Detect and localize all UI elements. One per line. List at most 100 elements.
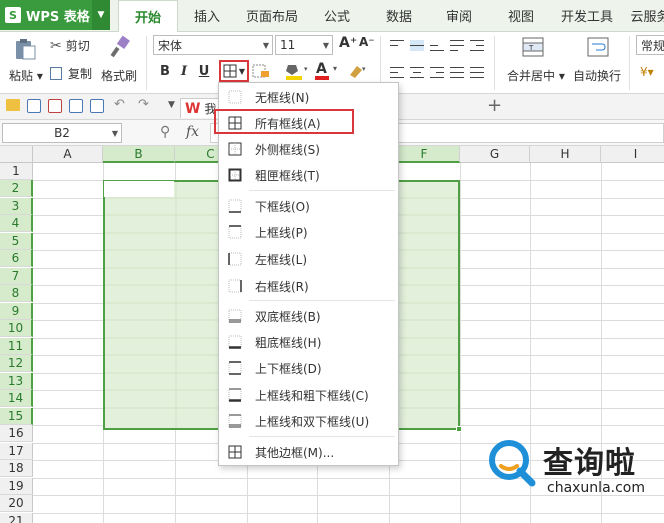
justify-icon[interactable] bbox=[450, 67, 464, 78]
column-header[interactable]: B bbox=[103, 146, 175, 163]
row-header[interactable]: 1 bbox=[0, 163, 33, 180]
paste-button[interactable]: 粘贴 ▾ bbox=[9, 67, 43, 84]
menu-item-bottom-border[interactable]: 下框线(O) bbox=[219, 193, 398, 219]
distributed-icon[interactable] bbox=[470, 67, 484, 78]
wps-app-menu-button[interactable]: S WPS 表格 ▼ bbox=[0, 0, 110, 30]
fill-color-icon[interactable]: ▾ bbox=[283, 61, 311, 81]
menu-item-top-thick-bottom-border[interactable]: 上框线和粗下框线(C) bbox=[219, 382, 398, 408]
row-header[interactable]: 3 bbox=[0, 198, 33, 215]
undo-icon[interactable]: ↶ bbox=[114, 97, 125, 112]
chevron-down-icon[interactable]: ▼ bbox=[92, 0, 110, 30]
increase-font-button[interactable]: A⁺ bbox=[339, 35, 357, 51]
column-header[interactable]: H bbox=[530, 146, 601, 163]
name-box[interactable]: B2 ▼ bbox=[2, 123, 122, 143]
format-painter-button[interactable]: 格式刷 bbox=[101, 67, 137, 84]
cut-button[interactable]: ✂ 剪切 bbox=[50, 37, 90, 54]
tab-view[interactable]: 视图 bbox=[496, 0, 546, 31]
align-center-icon[interactable] bbox=[410, 67, 424, 78]
row-header[interactable]: 7 bbox=[0, 268, 33, 285]
column-header[interactable]: A bbox=[33, 146, 103, 163]
row-header[interactable]: 5 bbox=[0, 233, 33, 250]
print-icon[interactable] bbox=[48, 99, 62, 113]
menu-item-double-bottom-border[interactable]: 双底框线(B) bbox=[219, 303, 398, 329]
select-all-corner[interactable] bbox=[0, 146, 33, 163]
menu-item-outside-borders[interactable]: 外侧框线(S) bbox=[219, 136, 398, 162]
font-size-select[interactable]: 11 ▼ bbox=[275, 35, 333, 55]
new-tab-icon[interactable]: + bbox=[487, 95, 502, 116]
align-left-icon[interactable] bbox=[390, 67, 404, 78]
font-name-select[interactable]: 宋体 ▼ bbox=[153, 35, 273, 55]
align-bottom-icon[interactable] bbox=[430, 40, 444, 51]
paste-icon[interactable] bbox=[12, 36, 38, 62]
tab-formulas[interactable]: 公式 bbox=[312, 0, 362, 31]
customize-toolbar-icon[interactable]: ▼ bbox=[168, 100, 175, 110]
row-header[interactable]: 6 bbox=[0, 250, 33, 267]
border-style-icon[interactable] bbox=[251, 63, 275, 79]
underline-button[interactable]: U bbox=[195, 62, 213, 80]
row-header[interactable]: 12 bbox=[0, 355, 33, 372]
row-header[interactable]: 2 bbox=[0, 180, 33, 197]
merge-center-icon[interactable]: T bbox=[520, 34, 546, 60]
row-header[interactable]: 18 bbox=[0, 460, 33, 477]
menu-item-more-borders[interactable]: 其他边框(M)... bbox=[219, 439, 398, 465]
row-header[interactable]: 14 bbox=[0, 390, 33, 407]
save-icon[interactable] bbox=[27, 99, 41, 113]
format-painter-icon[interactable] bbox=[108, 34, 132, 60]
merge-center-button[interactable]: 合并居中 ▾ bbox=[507, 67, 565, 84]
row-header[interactable]: 15 bbox=[0, 408, 33, 425]
menu-item-top-border[interactable]: 上框线(P) bbox=[219, 219, 398, 245]
wrap-text-icon[interactable] bbox=[585, 34, 611, 60]
menu-item-top-bottom-border[interactable]: 上下框线(D) bbox=[219, 355, 398, 381]
tab-review[interactable]: 审阅 bbox=[434, 0, 484, 31]
menu-item-right-border[interactable]: 右框线(R) bbox=[219, 273, 398, 299]
fill-handle[interactable] bbox=[456, 426, 462, 432]
column-header[interactable]: G bbox=[460, 146, 530, 163]
row-header[interactable]: 10 bbox=[0, 320, 33, 337]
row-header[interactable]: 8 bbox=[0, 285, 33, 302]
tab-insert[interactable]: 插入 bbox=[182, 0, 232, 31]
row-header[interactable]: 20 bbox=[0, 495, 33, 512]
indent-icon[interactable] bbox=[470, 40, 484, 51]
row-header[interactable]: 9 bbox=[0, 303, 33, 320]
menu-item-thick-bottom-border[interactable]: 粗底框线(H) bbox=[219, 329, 398, 355]
row-header[interactable]: 11 bbox=[0, 338, 33, 355]
align-right-icon[interactable] bbox=[430, 67, 444, 78]
tab-developer[interactable]: 开发工具 bbox=[556, 0, 618, 31]
menu-item-top-double-bottom-border[interactable]: 上框线和双下框线(U) bbox=[219, 408, 398, 434]
menu-item-thick-box-border[interactable]: 粗匣框线(T) bbox=[219, 162, 398, 188]
open-folder-icon[interactable] bbox=[6, 99, 20, 111]
column-header[interactable]: F bbox=[389, 146, 460, 163]
align-top-icon[interactable] bbox=[390, 40, 404, 51]
copy-button[interactable]: 复制 bbox=[50, 65, 92, 82]
active-cell[interactable] bbox=[104, 181, 174, 197]
italic-button[interactable]: I bbox=[175, 62, 193, 80]
wrap-text-button[interactable]: 自动换行 bbox=[573, 67, 621, 84]
bold-button[interactable]: B bbox=[156, 62, 174, 80]
menu-item-left-border[interactable]: 左框线(L) bbox=[219, 246, 398, 272]
print-preview-icon[interactable] bbox=[90, 99, 104, 113]
row-header[interactable]: 21 bbox=[0, 513, 33, 523]
row-header[interactable]: 19 bbox=[0, 478, 33, 495]
row-header[interactable]: 17 bbox=[0, 443, 33, 460]
tab-data[interactable]: 数据 bbox=[374, 0, 424, 31]
number-format-select[interactable]: 常规 bbox=[636, 35, 664, 55]
borders-button[interactable]: ▼ bbox=[219, 60, 249, 82]
tab-page-layout[interactable]: 页面布局 bbox=[236, 0, 308, 31]
currency-icon[interactable]: ¥▾ bbox=[640, 65, 654, 79]
tab-home[interactable]: 开始 bbox=[118, 0, 178, 32]
font-color-button[interactable]: A ▾ bbox=[313, 61, 341, 81]
text-direction-icon[interactable] bbox=[450, 40, 464, 51]
row-header[interactable]: 4 bbox=[0, 215, 33, 232]
row-header[interactable]: 13 bbox=[0, 373, 33, 390]
row-header[interactable]: 16 bbox=[0, 425, 33, 442]
clear-format-icon[interactable]: ▾ bbox=[347, 61, 375, 81]
export-pdf-icon[interactable] bbox=[69, 99, 83, 113]
redo-icon[interactable]: ↷ bbox=[138, 97, 149, 112]
tab-cloud[interactable]: 云服务 bbox=[626, 0, 664, 31]
menu-item-no-border[interactable]: 无框线(N) bbox=[219, 84, 398, 110]
align-middle-icon[interactable] bbox=[410, 40, 424, 51]
zoom-search-icon[interactable]: ⚲ bbox=[160, 124, 170, 140]
decrease-font-button[interactable]: A⁻ bbox=[359, 35, 375, 49]
column-header[interactable]: I bbox=[601, 146, 664, 163]
insert-function-button[interactable]: fx bbox=[186, 124, 199, 140]
